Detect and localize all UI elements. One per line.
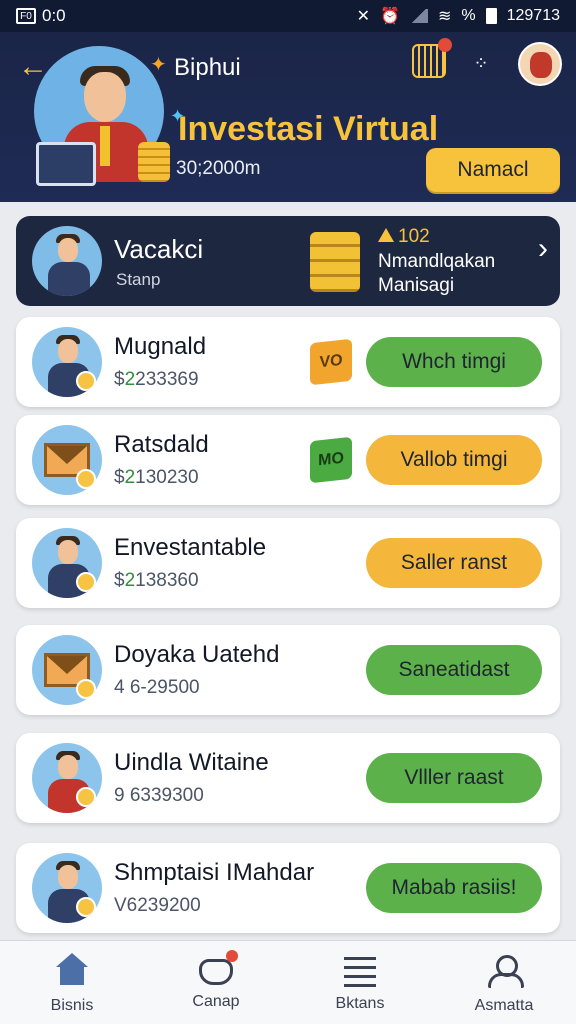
status-left: F0 0:0 [16,6,66,26]
coin-icon [76,787,96,807]
profile-subtitle: Stanp [116,270,161,289]
battery-icon [485,8,497,24]
badge-icon: VO [310,338,352,386]
chevron-right-icon[interactable]: › [538,232,548,266]
item-action-button[interactable]: Vlller raast [366,753,542,803]
bottom-nav: Bisnis Canap Bktans Asmatta [0,940,576,1024]
page-title: Investasi Virtual [178,110,439,148]
item-avatar [32,528,102,598]
item-value: $2138360 [114,570,199,591]
cart-icon [199,950,238,985]
item-action-button[interactable]: Mabab rasiis! [366,863,542,913]
mute-icon: ✕ [356,8,371,25]
item-avatar [32,853,102,923]
item-name: Uindla Witaine [114,749,269,776]
notification-dot [226,950,238,962]
coin-stack-icon [310,232,360,292]
user-icon [486,953,524,989]
list-item[interactable]: Shmptaisi IMahdar V6239200 Mabab rasiis! [16,843,560,933]
coin-icon [76,679,96,699]
list-item[interactable]: Uindla Witaine 9 6339300 Vlller raast [16,733,560,823]
notification-dot [438,38,452,52]
nav-label: Bisnis [50,997,94,1014]
profile-avatar [32,226,102,296]
item-name: Doyaka Uatehd [114,641,280,668]
header-subtitle: Biphui [174,54,241,81]
item-name: Ratsdald [114,431,209,458]
sparkle-icon: ✦ [150,54,167,76]
list-icon [344,957,376,987]
dots-icon[interactable]: ⁘ [466,48,496,78]
coin-icon [76,371,96,391]
nav-item-asmatta[interactable]: Asmatta [432,941,576,1024]
profile-card[interactable]: Vacakci Stanp 102 Nmandlqakan Manisagi › [16,216,560,306]
list-item[interactable]: Envestantable $2138360 Saller ranst [16,518,560,608]
item-avatar [32,635,102,705]
nav-label: Bktans [335,995,385,1012]
coin-icon [76,572,96,592]
nav-label: Asmatta [474,997,534,1014]
nav-item-bisnis[interactable]: Bisnis [0,941,144,1024]
battery-percent: % [461,7,476,24]
status-time: 0:0 [42,6,66,25]
alarm-icon: ⏰ [380,8,400,25]
back-arrow-icon[interactable]: ← [18,52,50,84]
item-action-button[interactable]: Saneatidast [366,645,542,695]
wifi-icon: ≋ [437,8,452,25]
nav-item-bktans[interactable]: Bktans [288,941,432,1024]
item-avatar [32,425,102,495]
list-item[interactable]: Doyaka Uatehd 4 6-29500 Saneatidast [16,625,560,715]
header: ✦ ✦ ← Biphui Investasi Virtual 30;2000m … [0,32,576,202]
coin-icon [76,469,96,489]
signal-icon [409,9,428,23]
calendar-icon[interactable] [412,38,452,78]
coins-icon [138,142,170,182]
profile-name: Vacakci [114,234,204,264]
list-item[interactable]: Ratsdald $2130230 MO Vallob timgi [16,415,560,505]
item-value: 4 6-29500 [114,677,200,698]
item-value: 9 6339300 [114,785,204,806]
nav-item-canap[interactable]: Canap [144,941,288,1024]
badge-icon: MO [310,436,352,484]
list-item[interactable]: Mugnald $2233369 VO Whch timgi [16,317,560,407]
status-clock: 129713 [506,7,560,24]
cursor-icon [378,228,394,242]
home-icon [54,953,90,989]
item-avatar [32,743,102,813]
item-avatar [32,327,102,397]
item-name: Mugnald [114,333,207,360]
profile-description: Nmandlqakan Manisagi [378,251,496,296]
status-bar: F0 0:0 ✕ ⏰ ≋ % 129713 [0,0,576,32]
avatar[interactable] [518,42,562,86]
item-action-button[interactable]: Whch timgi [366,337,542,387]
status-box: F0 [16,8,36,24]
item-action-button[interactable]: Saller ranst [366,538,542,588]
nav-label: Canap [192,993,240,1010]
header-amount: 30;2000m [176,158,261,179]
coin-icon [76,897,96,917]
item-action-button[interactable]: Vallob timgi [366,435,542,485]
item-value: $2233369 [114,369,199,390]
item-value: V6239200 [114,895,201,916]
item-name: Shmptaisi IMahdar [114,859,315,886]
status-right: ✕ ⏰ ≋ % 129713 [357,6,560,26]
header-action-button[interactable]: Namacl [426,148,560,192]
item-name: Envestantable [114,534,267,561]
laptop-icon [36,142,96,186]
item-value: $2130230 [114,467,199,488]
profile-count: 102 [378,226,430,248]
